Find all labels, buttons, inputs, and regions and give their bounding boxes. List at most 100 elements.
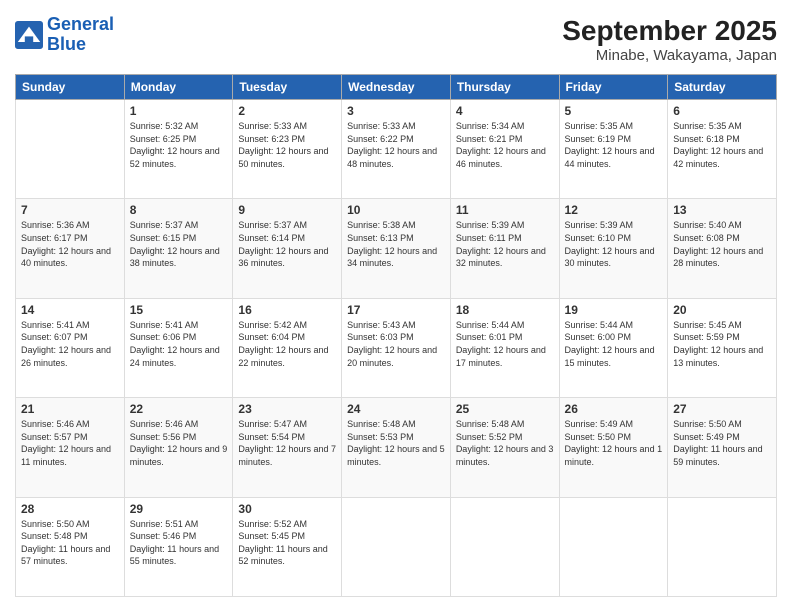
table-row: 13 Sunrise: 5:40 AM Sunset: 6:08 PM Dayl… (668, 199, 777, 298)
day-number: 27 (673, 402, 771, 416)
table-row: 26 Sunrise: 5:49 AM Sunset: 5:50 PM Dayl… (559, 398, 668, 497)
page-subtitle: Minabe, Wakayama, Japan (562, 47, 777, 64)
table-row: 19 Sunrise: 5:44 AM Sunset: 6:00 PM Dayl… (559, 298, 668, 397)
header: General Blue September 2025 Minabe, Waka… (15, 15, 777, 64)
cell-info: Sunrise: 5:46 AM Sunset: 5:57 PM Dayligh… (21, 418, 119, 468)
table-row: 5 Sunrise: 5:35 AM Sunset: 6:19 PM Dayli… (559, 100, 668, 199)
calendar-week-row: 1 Sunrise: 5:32 AM Sunset: 6:25 PM Dayli… (16, 100, 777, 199)
table-row: 8 Sunrise: 5:37 AM Sunset: 6:15 PM Dayli… (124, 199, 233, 298)
logo: General Blue (15, 15, 114, 55)
cell-info: Sunrise: 5:50 AM Sunset: 5:49 PM Dayligh… (673, 418, 771, 468)
cell-info: Sunrise: 5:32 AM Sunset: 6:25 PM Dayligh… (130, 120, 228, 170)
table-row: 23 Sunrise: 5:47 AM Sunset: 5:54 PM Dayl… (233, 398, 342, 497)
cell-info: Sunrise: 5:35 AM Sunset: 6:19 PM Dayligh… (565, 120, 663, 170)
cell-info: Sunrise: 5:42 AM Sunset: 6:04 PM Dayligh… (238, 319, 336, 369)
cell-info: Sunrise: 5:52 AM Sunset: 5:45 PM Dayligh… (238, 518, 336, 568)
calendar-header-row: Sunday Monday Tuesday Wednesday Thursday… (16, 75, 777, 100)
cell-info: Sunrise: 5:34 AM Sunset: 6:21 PM Dayligh… (456, 120, 554, 170)
cell-info: Sunrise: 5:36 AM Sunset: 6:17 PM Dayligh… (21, 219, 119, 269)
day-number: 2 (238, 104, 336, 118)
day-number: 5 (565, 104, 663, 118)
day-number: 30 (238, 502, 336, 516)
table-row (450, 497, 559, 596)
table-row: 14 Sunrise: 5:41 AM Sunset: 6:07 PM Dayl… (16, 298, 125, 397)
day-number: 21 (21, 402, 119, 416)
day-number: 13 (673, 203, 771, 217)
day-number: 26 (565, 402, 663, 416)
cell-info: Sunrise: 5:33 AM Sunset: 6:23 PM Dayligh… (238, 120, 336, 170)
cell-info: Sunrise: 5:50 AM Sunset: 5:48 PM Dayligh… (21, 518, 119, 568)
day-number: 10 (347, 203, 445, 217)
table-row (668, 497, 777, 596)
table-row: 12 Sunrise: 5:39 AM Sunset: 6:10 PM Dayl… (559, 199, 668, 298)
day-number: 15 (130, 303, 228, 317)
day-number: 12 (565, 203, 663, 217)
day-number: 8 (130, 203, 228, 217)
cell-info: Sunrise: 5:35 AM Sunset: 6:18 PM Dayligh… (673, 120, 771, 170)
logo-blue: Blue (47, 34, 86, 54)
table-row (559, 497, 668, 596)
table-row: 28 Sunrise: 5:50 AM Sunset: 5:48 PM Dayl… (16, 497, 125, 596)
logo-general: General (47, 14, 114, 34)
table-row: 20 Sunrise: 5:45 AM Sunset: 5:59 PM Dayl… (668, 298, 777, 397)
day-number: 11 (456, 203, 554, 217)
table-row: 30 Sunrise: 5:52 AM Sunset: 5:45 PM Dayl… (233, 497, 342, 596)
page-title: September 2025 (562, 15, 777, 47)
day-number: 14 (21, 303, 119, 317)
table-row (16, 100, 125, 199)
table-row: 3 Sunrise: 5:33 AM Sunset: 6:22 PM Dayli… (342, 100, 451, 199)
day-number: 16 (238, 303, 336, 317)
col-tuesday: Tuesday (233, 75, 342, 100)
cell-info: Sunrise: 5:48 AM Sunset: 5:53 PM Dayligh… (347, 418, 445, 468)
cell-info: Sunrise: 5:46 AM Sunset: 5:56 PM Dayligh… (130, 418, 228, 468)
day-number: 23 (238, 402, 336, 416)
day-number: 24 (347, 402, 445, 416)
col-wednesday: Wednesday (342, 75, 451, 100)
table-row: 1 Sunrise: 5:32 AM Sunset: 6:25 PM Dayli… (124, 100, 233, 199)
page: General Blue September 2025 Minabe, Waka… (0, 0, 792, 612)
cell-info: Sunrise: 5:37 AM Sunset: 6:14 PM Dayligh… (238, 219, 336, 269)
calendar-week-row: 7 Sunrise: 5:36 AM Sunset: 6:17 PM Dayli… (16, 199, 777, 298)
day-number: 3 (347, 104, 445, 118)
cell-info: Sunrise: 5:51 AM Sunset: 5:46 PM Dayligh… (130, 518, 228, 568)
cell-info: Sunrise: 5:43 AM Sunset: 6:03 PM Dayligh… (347, 319, 445, 369)
table-row (342, 497, 451, 596)
day-number: 20 (673, 303, 771, 317)
day-number: 28 (21, 502, 119, 516)
table-row: 10 Sunrise: 5:38 AM Sunset: 6:13 PM Dayl… (342, 199, 451, 298)
title-block: September 2025 Minabe, Wakayama, Japan (562, 15, 777, 64)
table-row: 16 Sunrise: 5:42 AM Sunset: 6:04 PM Dayl… (233, 298, 342, 397)
cell-info: Sunrise: 5:41 AM Sunset: 6:06 PM Dayligh… (130, 319, 228, 369)
table-row: 22 Sunrise: 5:46 AM Sunset: 5:56 PM Dayl… (124, 398, 233, 497)
table-row: 24 Sunrise: 5:48 AM Sunset: 5:53 PM Dayl… (342, 398, 451, 497)
cell-info: Sunrise: 5:44 AM Sunset: 6:01 PM Dayligh… (456, 319, 554, 369)
day-number: 17 (347, 303, 445, 317)
cell-info: Sunrise: 5:40 AM Sunset: 6:08 PM Dayligh… (673, 219, 771, 269)
table-row: 18 Sunrise: 5:44 AM Sunset: 6:01 PM Dayl… (450, 298, 559, 397)
table-row: 11 Sunrise: 5:39 AM Sunset: 6:11 PM Dayl… (450, 199, 559, 298)
table-row: 6 Sunrise: 5:35 AM Sunset: 6:18 PM Dayli… (668, 100, 777, 199)
day-number: 9 (238, 203, 336, 217)
day-number: 29 (130, 502, 228, 516)
table-row: 2 Sunrise: 5:33 AM Sunset: 6:23 PM Dayli… (233, 100, 342, 199)
cell-info: Sunrise: 5:39 AM Sunset: 6:11 PM Dayligh… (456, 219, 554, 269)
cell-info: Sunrise: 5:49 AM Sunset: 5:50 PM Dayligh… (565, 418, 663, 468)
col-friday: Friday (559, 75, 668, 100)
cell-info: Sunrise: 5:38 AM Sunset: 6:13 PM Dayligh… (347, 219, 445, 269)
col-sunday: Sunday (16, 75, 125, 100)
day-number: 22 (130, 402, 228, 416)
table-row: 4 Sunrise: 5:34 AM Sunset: 6:21 PM Dayli… (450, 100, 559, 199)
cell-info: Sunrise: 5:48 AM Sunset: 5:52 PM Dayligh… (456, 418, 554, 468)
day-number: 19 (565, 303, 663, 317)
calendar-week-row: 21 Sunrise: 5:46 AM Sunset: 5:57 PM Dayl… (16, 398, 777, 497)
table-row: 17 Sunrise: 5:43 AM Sunset: 6:03 PM Dayl… (342, 298, 451, 397)
table-row: 25 Sunrise: 5:48 AM Sunset: 5:52 PM Dayl… (450, 398, 559, 497)
calendar-table: Sunday Monday Tuesday Wednesday Thursday… (15, 74, 777, 597)
cell-info: Sunrise: 5:33 AM Sunset: 6:22 PM Dayligh… (347, 120, 445, 170)
day-number: 6 (673, 104, 771, 118)
day-number: 18 (456, 303, 554, 317)
calendar-week-row: 28 Sunrise: 5:50 AM Sunset: 5:48 PM Dayl… (16, 497, 777, 596)
table-row: 29 Sunrise: 5:51 AM Sunset: 5:46 PM Dayl… (124, 497, 233, 596)
table-row: 9 Sunrise: 5:37 AM Sunset: 6:14 PM Dayli… (233, 199, 342, 298)
cell-info: Sunrise: 5:41 AM Sunset: 6:07 PM Dayligh… (21, 319, 119, 369)
